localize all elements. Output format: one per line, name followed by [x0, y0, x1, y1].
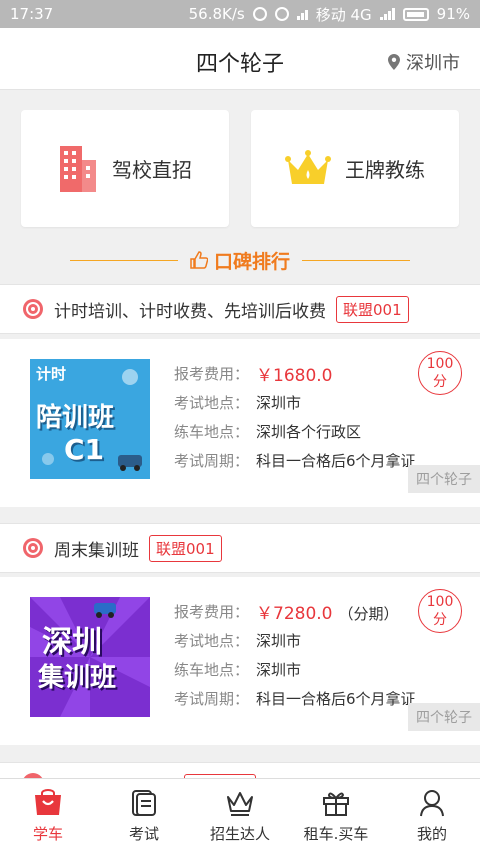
divider-left [69, 259, 178, 261]
watermark-label: 四个轮子 [408, 465, 480, 493]
score-unit: 分 [433, 612, 447, 628]
tab-mine[interactable]: 我的 [384, 779, 480, 853]
exam-place-value: 深圳市 [256, 632, 302, 650]
gift-icon [323, 792, 349, 816]
practice-place-row: 练车地点： 深圳各个行政区 [174, 417, 424, 446]
building-icon [60, 145, 96, 192]
fee-label: 报考费用： [174, 365, 250, 383]
score-unit: 分 [433, 374, 447, 390]
ace-coach-button[interactable]: 王牌教练 [251, 110, 459, 227]
ranking-label: 口碑排行 [213, 250, 290, 273]
section-header[interactable]: 周末集训班 联盟001 [0, 523, 480, 573]
section-title: 周末集训班 [54, 540, 139, 561]
crown-icon [285, 149, 331, 184]
exam-cycle-row: 考试周期： 科目一合格后6个月拿证 [174, 446, 424, 475]
section-title: 计时培训、计时收费、先培训后收费 [54, 301, 326, 322]
course-card[interactable]: 深圳 集训班 报考费用： ￥7280.0 （分期） 考试地点： 深圳市 练车地点：… [0, 577, 480, 745]
course-thumbnail: 计时 陪训班 C1 [30, 359, 150, 479]
exam-place-value: 深圳市 [256, 394, 302, 412]
fee-note: （分期） [338, 605, 399, 623]
fee-amount: ￥1680.0 [256, 366, 333, 386]
wifi-icon [296, 8, 308, 20]
score-value: 100 [426, 594, 454, 610]
thumbs-up-icon [190, 251, 208, 269]
fee-label: 报考费用： [174, 603, 250, 621]
practice-place-value: 深圳各个行政区 [256, 423, 362, 441]
score-value: 100 [426, 356, 454, 372]
section-header[interactable]: 计时培训、计时收费、先培训后收费 联盟001 [0, 284, 480, 334]
wheel-icon [23, 299, 43, 319]
thumb-text-3: C1 [64, 433, 105, 466]
bottom-tab-bar: 学车 考试 招生达人 租车.买车 我的 [0, 778, 480, 853]
driving-school-button[interactable]: 驾校直招 [21, 110, 229, 227]
fee-amount: ￥7280.0 [256, 604, 333, 624]
carrier-label: 移动 4G [315, 5, 372, 24]
wheel-icon [23, 538, 43, 558]
score-badge: 100 分 [418, 589, 462, 633]
ranking-header: 口碑排行 [0, 240, 480, 280]
status-right: 56.8K/s 移动 4G 91% [189, 4, 470, 25]
divider-right [302, 259, 410, 261]
ranking-title: 口碑排行 [190, 247, 290, 274]
tab-learn-driving[interactable]: 学车 [0, 779, 96, 853]
exam-place-label: 考试地点： [174, 394, 250, 412]
shopping-bag-icon [35, 789, 61, 815]
exam-cycle-value: 科目一合格后6个月拿证 [256, 690, 416, 708]
exam-place-row: 考试地点： 深圳市 [174, 388, 424, 417]
city-label: 深圳市 [406, 53, 460, 74]
status-bar: 17:37 56.8K/s 移动 4G 91% [0, 0, 480, 28]
location-pin-icon [388, 54, 400, 70]
alliance-badge: 联盟001 [336, 295, 409, 323]
app-header: 四个轮子 深圳市 [0, 28, 480, 90]
thumb-text-1: 深圳 [42, 625, 102, 660]
thumb-text-2: 陪训班 [36, 403, 115, 433]
practice-place-label: 练车地点： [174, 661, 250, 679]
alliance-badge: 联盟001 [149, 534, 222, 562]
person-icon [420, 790, 444, 817]
course-info: 报考费用： ￥1680.0 考试地点： 深圳市 练车地点： 深圳各个行政区 考试… [174, 359, 424, 475]
tab-recruiter[interactable]: 招生达人 [192, 779, 288, 853]
course-card[interactable]: 计时 陪训班 C1 报考费用： ￥1680.0 考试地点： 深圳市 练车地点： … [0, 339, 480, 507]
exam-cycle-row: 考试周期： 科目一合格后6个月拿证 [174, 684, 424, 713]
signal-icon [379, 8, 395, 20]
exam-cycle-value: 科目一合格后6个月拿证 [256, 452, 416, 470]
thumb-text-2: 集训班 [38, 663, 117, 693]
practice-place-value: 深圳市 [256, 661, 302, 679]
exam-place-label: 考试地点： [174, 632, 250, 650]
fee-row: 报考费用： ￥1680.0 [174, 359, 424, 388]
fee-value: ￥7280.0 （分期） [256, 599, 399, 624]
tab-label: 学车 [32, 825, 63, 843]
exam-cycle-label: 考试周期： [174, 690, 250, 708]
watermark-label: 四个轮子 [408, 703, 480, 731]
score-badge: 100 分 [418, 351, 462, 395]
fee-row: 报考费用： ￥7280.0 （分期） [174, 597, 424, 626]
battery-icon [402, 7, 429, 21]
status-time: 17:37 [10, 5, 54, 23]
course-thumbnail: 深圳 集训班 [30, 597, 150, 717]
alarm-icon [274, 7, 289, 21]
tab-label: 租车.买车 [303, 825, 369, 843]
thumb-text-1: 计时 [36, 365, 67, 383]
sync-icon [252, 7, 267, 21]
ace-coach-label: 王牌教练 [345, 158, 425, 182]
tab-label: 招生达人 [209, 825, 270, 843]
tab-label: 考试 [128, 825, 159, 843]
exam-place-row: 考试地点： 深圳市 [174, 626, 424, 655]
practice-place-label: 练车地点： [174, 423, 250, 441]
course-info: 报考费用： ￥7280.0 （分期） 考试地点： 深圳市 练车地点： 深圳市 考试… [174, 597, 424, 713]
city-selector[interactable]: 深圳市 [388, 49, 460, 75]
practice-place-row: 练车地点： 深圳市 [174, 655, 424, 684]
crown-outline-icon [227, 792, 253, 816]
battery-percent: 91% [436, 5, 470, 23]
exam-cycle-label: 考试周期： [174, 452, 250, 470]
fee-value: ￥1680.0 [256, 361, 338, 386]
driving-school-label: 驾校直招 [112, 158, 192, 182]
tab-label: 我的 [416, 825, 447, 843]
document-icon [132, 790, 156, 816]
tab-exam[interactable]: 考试 [96, 779, 192, 853]
tab-rent-buy-car[interactable]: 租车.买车 [288, 779, 384, 853]
network-speed: 56.8K/s [188, 5, 245, 23]
